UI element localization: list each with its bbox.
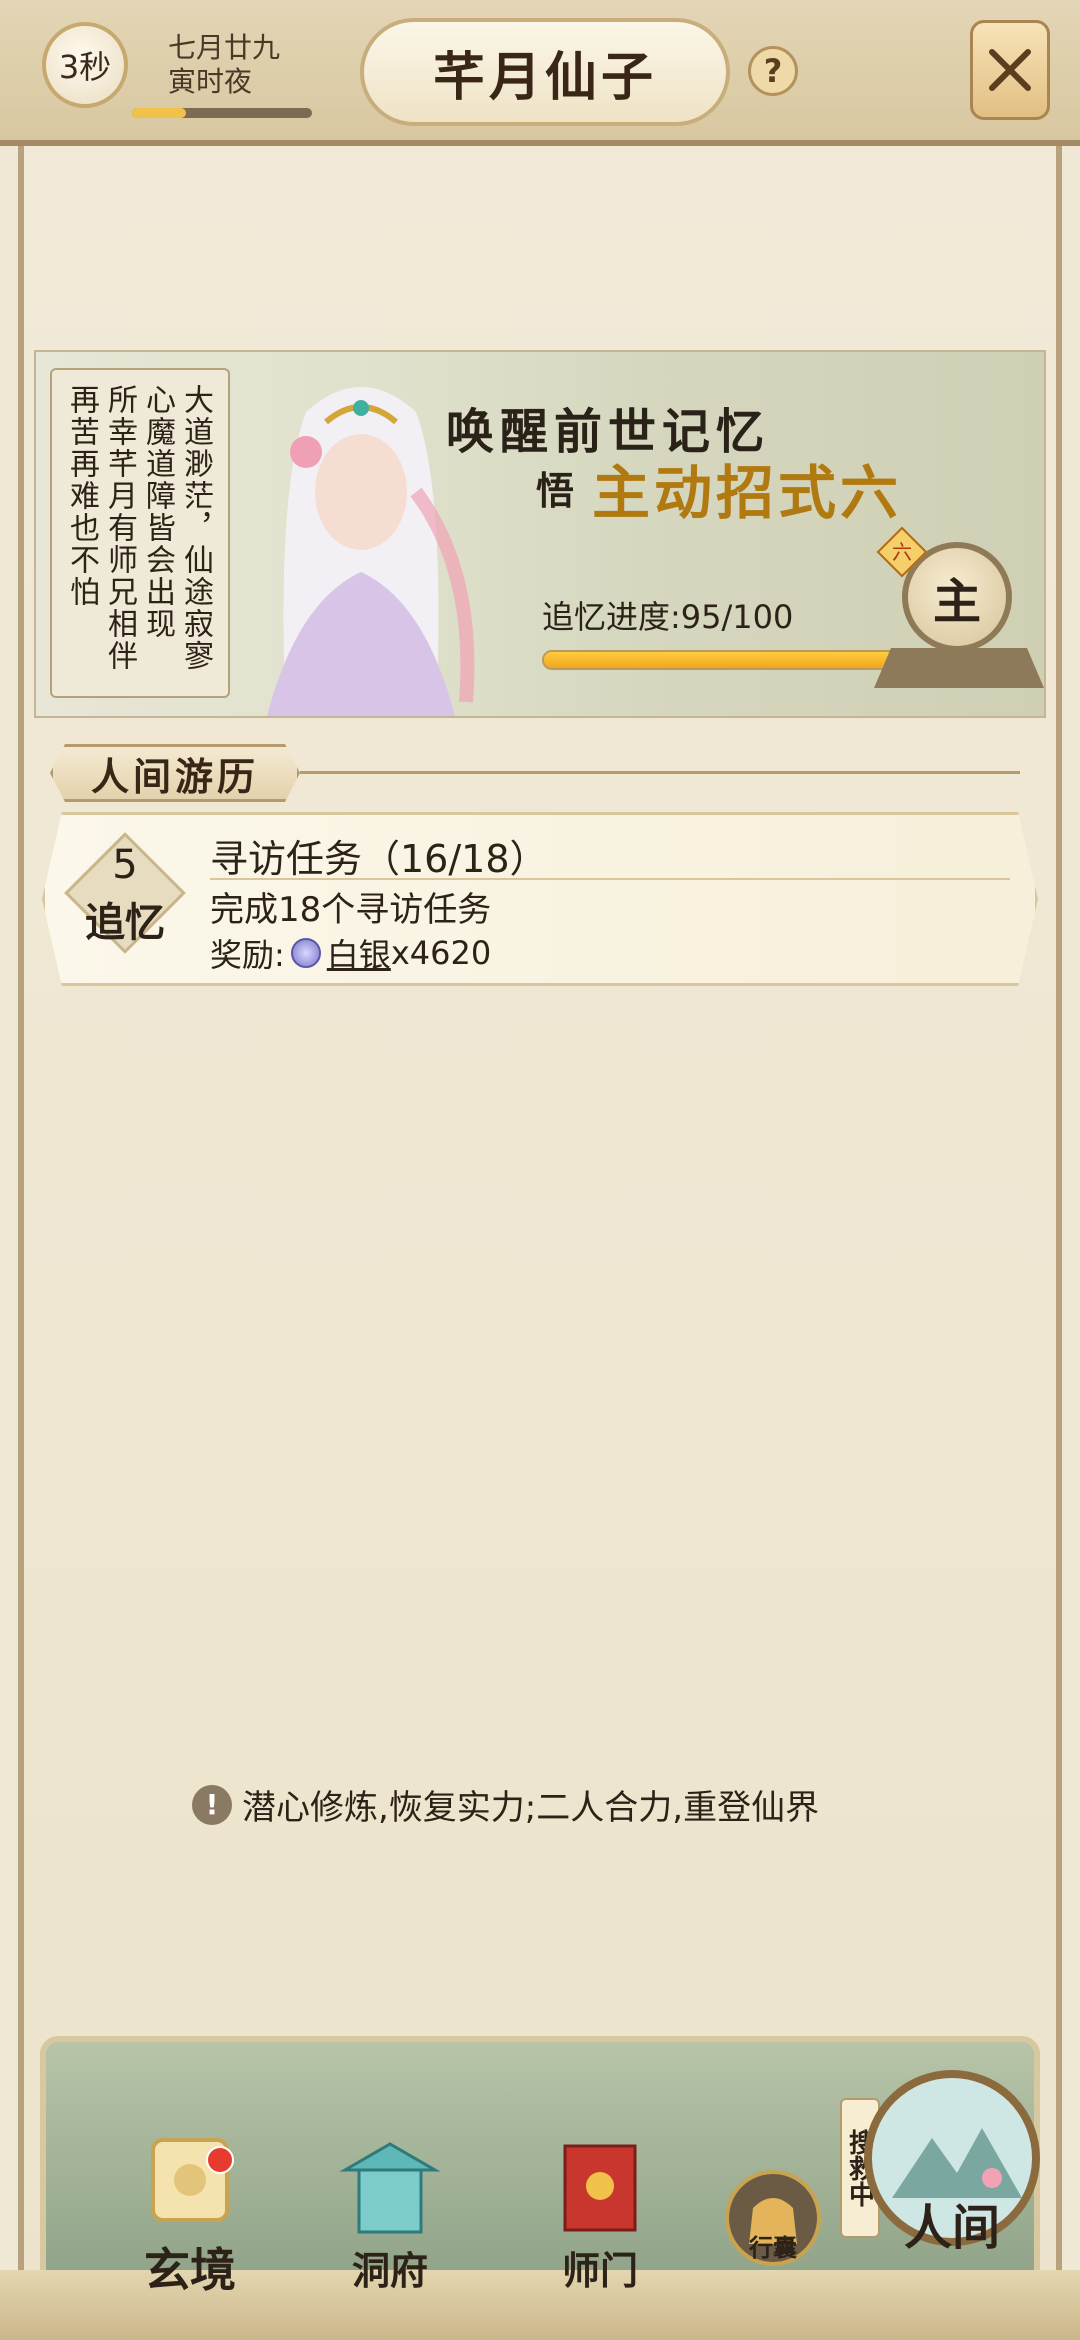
poem-line: 大道渺茫，仙途寂寥	[178, 384, 213, 672]
silver-coin-icon	[290, 938, 321, 968]
task-divider	[210, 878, 1010, 880]
task-level: 5	[112, 842, 138, 888]
pavilion-icon	[339, 2142, 441, 2234]
header: 3秒 七月廿九 寅时夜 芊月仙子 ?	[0, 0, 1080, 146]
close-button[interactable]	[970, 20, 1050, 120]
nav-item-renjian[interactable]: 人间	[862, 2068, 1042, 2258]
nav-label: 行囊	[749, 2233, 797, 2262]
scroll-icon	[151, 2138, 229, 2222]
memory-progress-bar	[542, 650, 912, 670]
section-divider	[300, 771, 1020, 774]
hint-text: ! 潜心修炼,恢复实力;二人合力,重登仙界	[192, 1780, 819, 1829]
skill-badge-tag-text: 六	[892, 540, 912, 564]
reward-amount: x4620	[390, 934, 492, 972]
nav-item-xingnang[interactable]: 行囊	[718, 2168, 828, 2266]
memory-progress-label: 追忆进度:95/100	[542, 598, 794, 636]
poem-line: 心魔道障皆会出现	[140, 384, 175, 640]
memory-progress-fill	[544, 652, 892, 668]
nav-item-xuanjing[interactable]: 玄境	[120, 2130, 260, 2300]
timer-text: 3秒	[58, 48, 112, 86]
nav-item-dongfu[interactable]: 洞府	[320, 2140, 460, 2295]
notification-dot	[206, 2146, 234, 2174]
poem-line: 再苦再难也不怕	[64, 384, 99, 608]
nav-item-shimen[interactable]: 师门	[530, 2140, 670, 2295]
time-progress-fill	[132, 108, 186, 118]
task-description: 完成18个寻访任务	[210, 890, 492, 930]
page-title: 芊月仙子	[360, 18, 730, 126]
memory-banner[interactable]: 大道渺茫，仙途寂寥 心魔道障皆会出现 所幸芊月有师兄相伴 再苦再难也不怕 唤醒前…	[34, 350, 1046, 718]
task-reward: 奖励: 白银 x4620	[210, 930, 491, 976]
time-period: 寅时夜	[168, 65, 253, 98]
exclamation-icon: !	[192, 1784, 232, 1825]
task-level-badge: 5 追忆	[64, 832, 186, 964]
help-icon[interactable]: ?	[748, 46, 798, 96]
hint-message: 潜心修炼,恢复实力;二人合力,重登仙界	[242, 1788, 820, 1828]
time-progress-bar	[132, 108, 312, 118]
reward-item-link[interactable]: 白银	[327, 930, 391, 976]
timer-badge: 3秒	[42, 22, 128, 108]
poem-scroll: 大道渺茫，仙途寂寥 心魔道障皆会出现 所幸芊月有师兄相伴 再苦再难也不怕	[50, 368, 230, 698]
banner-subhead-main: 主动招式六	[592, 459, 903, 527]
reward-label: 奖励:	[210, 936, 285, 974]
section-title: 人间游历	[50, 744, 300, 802]
banner-subhead-prefix: 悟	[536, 468, 575, 513]
close-icon	[989, 49, 1031, 91]
banner-flag-icon	[563, 2144, 637, 2232]
nav-label: 洞府	[351, 2248, 428, 2293]
poem-line: 所幸芊月有师兄相伴	[102, 384, 137, 672]
nav-label: 师门	[561, 2248, 638, 2293]
nav-label: 玄境	[144, 2243, 236, 2297]
badge-stand	[874, 648, 1044, 688]
task-tag: 追忆	[85, 899, 165, 946]
nav-label: 人间	[903, 2200, 1000, 2256]
task-title: 寻访任务（16/18）	[210, 837, 548, 881]
